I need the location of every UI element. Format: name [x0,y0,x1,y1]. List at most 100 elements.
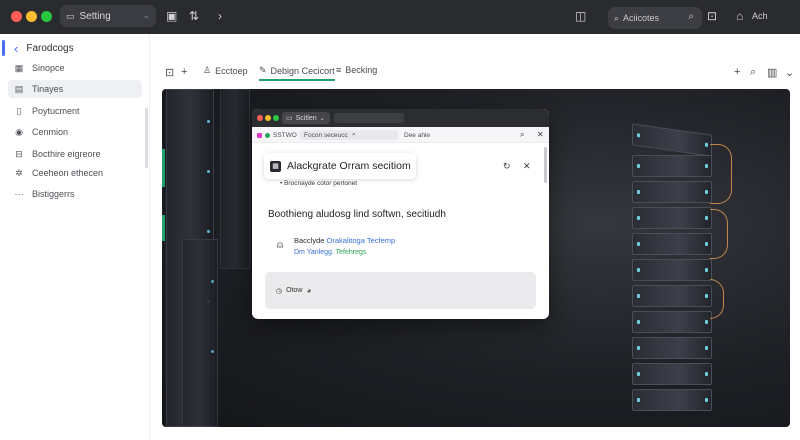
server-rack [220,89,250,269]
forward-icon[interactable]: › [218,9,222,23]
cable [710,209,728,259]
search-field[interactable]: ⌕ Aciicotes ⌕ [608,7,702,29]
pen-icon: ✎ [259,65,267,75]
bullet-item: • Brocnayde cotor pertonet [280,180,358,187]
minimize-window-button[interactable] [26,11,37,22]
list-icon: ≡ [336,65,342,75]
add-icon[interactable]: + [734,66,740,78]
sidebar-item-label: Ceeheon ethecen [32,168,104,178]
search-tab[interactable]: ⌕ [348,130,398,140]
dialog-titlebar: ▭ Scitlen ⌄ [252,109,549,127]
dialog-window: ▭ Scitlen ⌄ SSTWO Focon seceuccs ⌕ Dee a… [252,109,549,319]
profile-label[interactable]: Ach [752,9,768,23]
bullet-text: Brocnayde cotor pertonet [284,180,358,187]
site-favicon [257,132,262,138]
breadcrumb-tab[interactable]: Dee ahle [404,130,430,140]
clock-icon: ◷ [276,287,283,295]
sidebar-item-tinayes[interactable]: ▤ Tinayes [8,80,142,98]
dialog-minimize-dot[interactable] [265,115,271,121]
close-icon[interactable]: ✕ [523,161,531,172]
toolbar-item-becking[interactable]: ≡ Becking [336,65,377,75]
sidebar-scrollbar[interactable] [145,108,148,168]
search-icon[interactable]: ⌕ [520,130,524,140]
toolbar-item-label: Becking [345,65,378,75]
extension-icon[interactable]: ⊡ [707,9,717,23]
footer-label[interactable]: Otow [286,287,302,294]
section-title: Boothieng aludosg lind softwn, secitiudh [268,209,446,220]
sidebar-item-poytucment[interactable]: ▯ Poytucment [8,102,142,120]
search-icon: ⌕ [352,131,356,138]
sidebar-header[interactable]: ‹ Farodcogs [14,41,74,56]
swap-icon[interactable]: ⇅ [189,9,199,23]
sidebar-item-label: Poytucment [32,106,80,116]
dialog-header-title: Alackgrate Orram secitiom [287,160,411,172]
search-label: Aciicotes [623,13,660,23]
dialog-maximize-dot[interactable] [273,115,279,121]
dialog-address-bar[interactable] [334,113,404,123]
site-tag: SSTWO [273,131,297,139]
add-icon[interactable]: + [181,66,187,78]
server-stack [632,123,712,419]
chevron-down-icon: ⌄ [319,115,325,122]
sidebar-active-indicator [2,40,5,56]
search-icon[interactable]: ⌕ [750,66,756,79]
sidebar-item-label: Bocthire eigreore [32,149,101,159]
layout-icon[interactable]: ▥ [767,66,777,79]
toolbar-item-ecctoep[interactable]: ♙ Ecctoep [203,65,248,76]
sidebar-item-sinopce[interactable]: ▦ Sinopce [8,59,142,77]
tab-icon: ▭ [66,10,75,21]
row-sub-green[interactable]: Tefehregs [336,249,367,256]
breadcrumb-label: Focon seceuccs [304,131,351,139]
lock-icon: ⊟ [15,148,23,159]
cable [710,279,724,319]
toggle-icon[interactable]: ◕ [306,286,311,295]
breadcrumb-label: Dee ahle [404,131,431,139]
dialog-tab[interactable]: ▭ Scitlen ⌄ [282,112,330,124]
cable [710,144,732,204]
grid-icon: ▦ [14,62,24,73]
sidebar-item-label: Cenmion [32,127,69,137]
app-icon: ▦ [270,160,281,172]
dialog-close-dot[interactable] [257,115,263,121]
search-icon: ⌕ [614,12,620,23]
tab-icon: ▭ [286,115,293,122]
sidebar-item-bistiggerrs[interactable]: ⋯ Bistiggerrs [8,185,142,203]
sidebar-item-ceeheon[interactable]: ✲ Ceeheon ethecen [8,164,142,182]
close-icon[interactable]: ✕ [537,130,544,139]
green-edge-marker [162,149,165,187]
row-subtitle[interactable]: Dm Yanlegg. Tefehregs [294,249,366,256]
sidebar-item-label: Tinayes [32,84,64,94]
dialog-scrollbar[interactable] [544,147,547,183]
breadcrumb-tab[interactable]: Focon seceuccs [300,130,355,140]
site-tab[interactable]: SSTWO [257,130,297,140]
profile-icon[interactable]: ⌂ [736,9,743,23]
browser-tab[interactable]: ▭ Setting ⌄ [60,5,156,27]
row-title[interactable]: Bacclyde Orakalitoga Tecfemp [294,236,395,245]
sidebar-title: Farodcogs [26,43,74,54]
back-icon[interactable]: ‹ [14,41,18,56]
toolbar-item-label: Ecctoep [215,65,248,76]
dots-icon: ⋯ [14,188,24,199]
magnifier-icon[interactable]: ⌕ [688,11,694,22]
bag-icon[interactable]: ⊡ [165,66,174,79]
maximize-window-button[interactable] [41,11,52,22]
dialog-tab-label: Scitlen [295,114,317,122]
sidebar-item-label: Sinopce [32,63,65,73]
toolbar-item-debign[interactable]: ✎ Debign Cecicort [259,65,335,81]
browser-titlebar: ▭ Setting ⌄ ▣ ⇅ › ◫ ⌕ Aciicotes ⌕ ⊡ ⌂ Ac… [0,0,800,34]
close-window-button[interactable] [11,11,22,22]
sidebar-toggle-icon[interactable]: ▣ [166,9,177,23]
content-toolbar: ⊡ + ♙ Ecctoep ✎ Debign Cecicort ≡ Beckin… [150,54,800,88]
shield-icon[interactable]: ◫ [575,9,586,23]
green-edge-marker [162,215,165,241]
dialog-footer: ◷ Otow ◕ [265,272,536,309]
document-icon: ▯ [16,105,22,116]
row-sub-link[interactable]: Dm Yanlegg. [294,249,336,256]
chevron-down-icon: ⌄ [142,10,150,20]
dialog-tab-strip: SSTWO Focon seceuccs ⌕ Dee ahle ⌕ ✕ [252,127,549,143]
refresh-icon[interactable]: ↻ [503,161,511,172]
sidebar-item-bocthire[interactable]: ⊟ Bocthire eigreore [8,145,142,163]
row-title-link[interactable]: Orakalitoga Tecfemp [327,236,396,245]
chevron-down-icon[interactable]: ⌄ [785,66,794,79]
sidebar-item-cenmion[interactable]: ◉ Cenmion [8,123,142,141]
